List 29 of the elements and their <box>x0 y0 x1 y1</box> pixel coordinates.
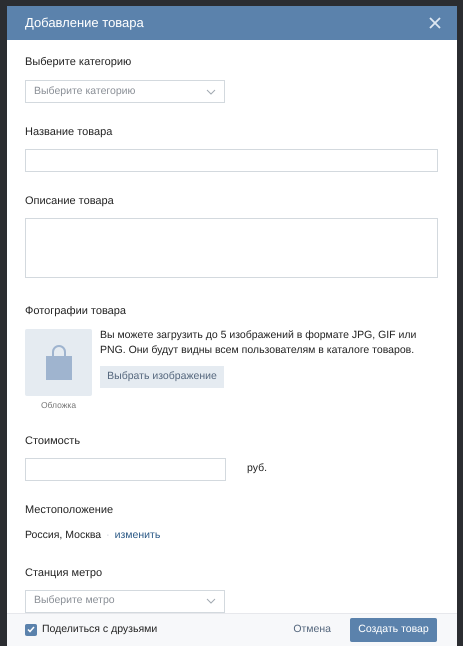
field-label: Местоположение <box>25 502 114 517</box>
field-label: Станция метро <box>25 566 104 580</box>
field-label: Выберите категорию <box>25 55 132 70</box>
chevron-down-icon <box>206 88 216 95</box>
chevron-down-icon <box>206 598 216 604</box>
category-select[interactable]: Выберите категорию <box>25 80 225 104</box>
cover-caption: Обложка <box>40 399 76 412</box>
field-label: Фотографии товара <box>25 304 128 318</box>
dialog-title: Добавление товара <box>25 14 144 32</box>
change-link[interactable]: изменить <box>114 528 160 544</box>
cover-placeholder[interactable] <box>25 329 92 396</box>
create-button[interactable]: Создать товар <box>350 618 437 642</box>
upload-hint: Вы можете загрузить до 5 изображений в формате JPG, GIF или PNG. Они будут видны всем пользователям в каталоге товаров. <box>100 328 418 358</box>
location-value: Россия, Москва <box>25 528 102 543</box>
choose-image-button[interactable]: Выбрать изображение <box>100 366 224 388</box>
field-label: Стоимость <box>25 434 82 448</box>
close-icon[interactable] <box>429 17 441 30</box>
price-input[interactable] <box>25 458 226 481</box>
separator-dot: · <box>106 528 110 543</box>
metro-select[interactable]: Выберите метро <box>25 590 225 613</box>
field-label: Описание товара <box>25 194 115 208</box>
description-input[interactable] <box>25 218 438 278</box>
name-input[interactable] <box>25 149 438 172</box>
share-checkbox[interactable] <box>25 624 37 636</box>
shopping-bag-icon <box>44 344 72 381</box>
currency-label: руб. <box>247 461 268 476</box>
cancel-link[interactable]: Отмена <box>293 622 331 638</box>
share-label[interactable]: Поделиться с друзьями <box>42 622 158 638</box>
field-label: Название товара <box>25 125 114 140</box>
